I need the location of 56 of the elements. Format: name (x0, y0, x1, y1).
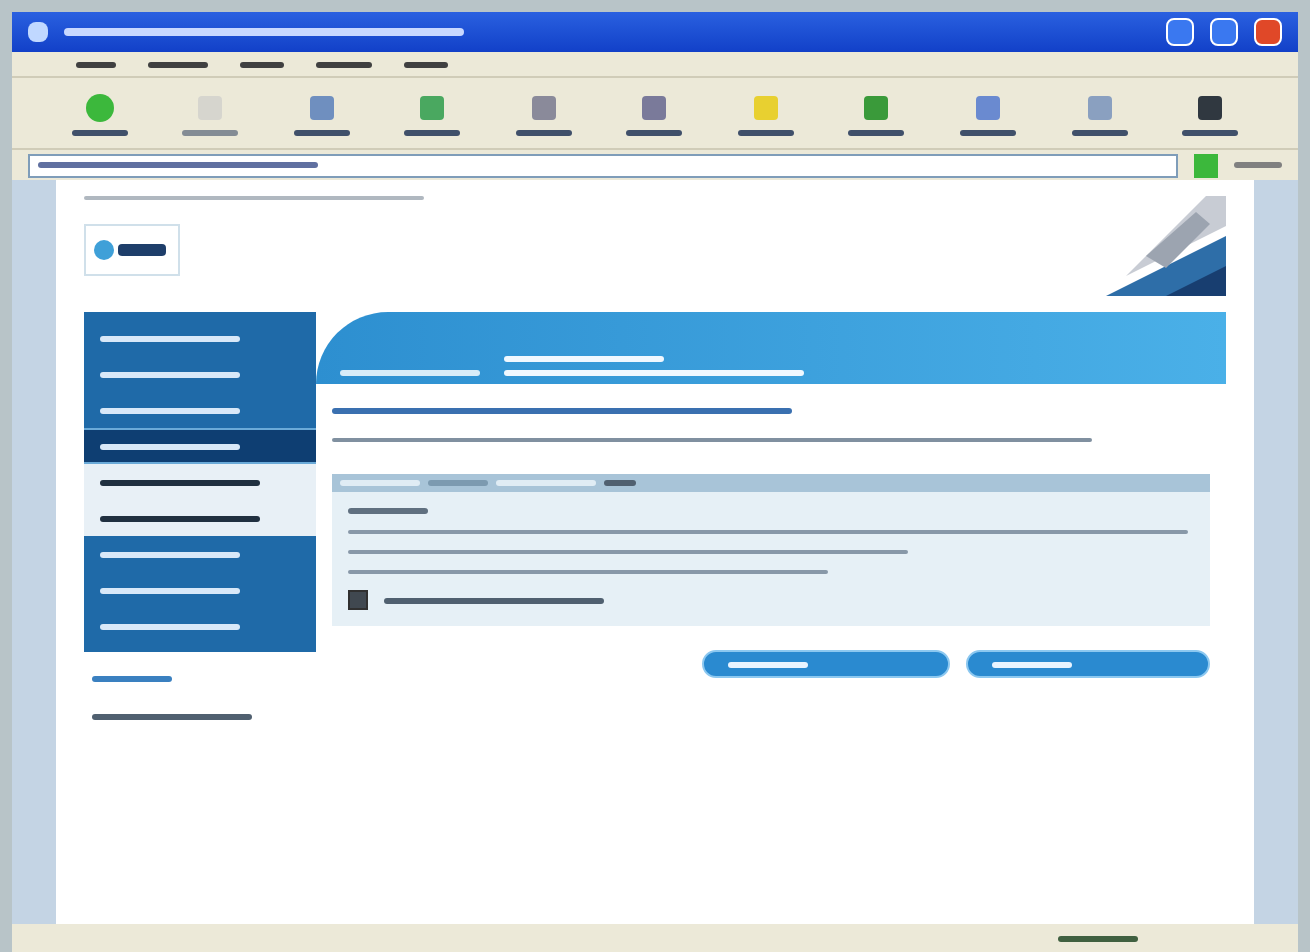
text-line (100, 335, 240, 341)
sidebar-item[interactable] (84, 500, 316, 536)
toolbar-icon (83, 91, 116, 123)
text-line (100, 443, 240, 449)
toolbar-icon (972, 91, 1005, 123)
maximize-button[interactable] (1210, 18, 1238, 46)
browser-icon (28, 22, 48, 42)
text-line (76, 61, 116, 67)
close-button[interactable] (1254, 18, 1282, 46)
text-line (100, 551, 240, 557)
text-line (348, 508, 428, 514)
toolbar-icon (1194, 91, 1227, 123)
action-button[interactable] (702, 650, 950, 678)
text-line (496, 480, 596, 486)
text-line (404, 129, 461, 135)
text-line (728, 661, 808, 667)
text-line (404, 61, 448, 67)
sidebar-item[interactable] (84, 464, 316, 500)
logo (84, 224, 180, 276)
text-line (1071, 129, 1128, 135)
toolbar-icon (860, 91, 893, 123)
text-line (1058, 935, 1138, 941)
text-line (240, 61, 284, 67)
text-line (340, 370, 480, 376)
toolbar-icon (416, 91, 449, 123)
action-button[interactable] (966, 650, 1210, 678)
text-line (1234, 162, 1282, 168)
text-line (848, 129, 905, 135)
text-line (148, 61, 208, 67)
text-line (100, 371, 240, 377)
text-line (428, 480, 488, 486)
toolbar-icon (527, 91, 560, 123)
text-line (100, 623, 240, 629)
text-line (737, 129, 794, 135)
toolbar-icon (1083, 91, 1116, 123)
text-line (92, 676, 172, 682)
text-line (100, 587, 240, 593)
minimize-button[interactable] (1166, 18, 1194, 46)
address-field[interactable] (28, 153, 1178, 177)
text-line (992, 661, 1072, 667)
text-line (626, 129, 683, 135)
text-line (604, 480, 636, 486)
sidebar-item[interactable] (84, 428, 316, 464)
checkbox[interactable] (348, 590, 368, 610)
text-line (71, 129, 128, 135)
toolbar-icon (305, 91, 338, 123)
text-line (340, 480, 420, 486)
text-line (515, 129, 572, 135)
text-line (316, 61, 372, 67)
toolbar-icon (638, 91, 671, 123)
text-line (1182, 129, 1239, 135)
text-line (100, 407, 240, 413)
text-line (293, 129, 350, 135)
toolbar-icon (749, 91, 782, 123)
text-line (960, 129, 1017, 135)
text-line (182, 129, 239, 135)
